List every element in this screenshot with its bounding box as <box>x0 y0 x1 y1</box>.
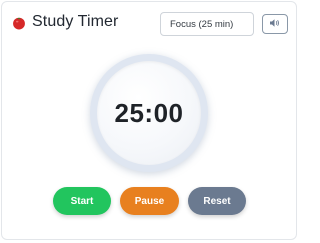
mode-select[interactable]: Focus (25 min) <box>160 12 254 36</box>
header: Study Timer Focus (25 min) <box>2 2 298 46</box>
timer-card: Study Timer Focus (25 min) 25:00 Start P… <box>1 1 297 240</box>
start-button[interactable]: Start <box>53 187 111 215</box>
timer-display: 25:00 <box>114 98 184 128</box>
app-title: Study Timer <box>32 13 119 30</box>
reset-button[interactable]: Reset <box>188 187 246 215</box>
mode-select-value: Focus (25 min) <box>170 19 234 30</box>
sound-toggle-button[interactable] <box>262 14 288 34</box>
pause-button[interactable]: Pause <box>120 187 179 215</box>
tomato-icon <box>12 16 26 30</box>
speaker-icon <box>269 15 281 33</box>
